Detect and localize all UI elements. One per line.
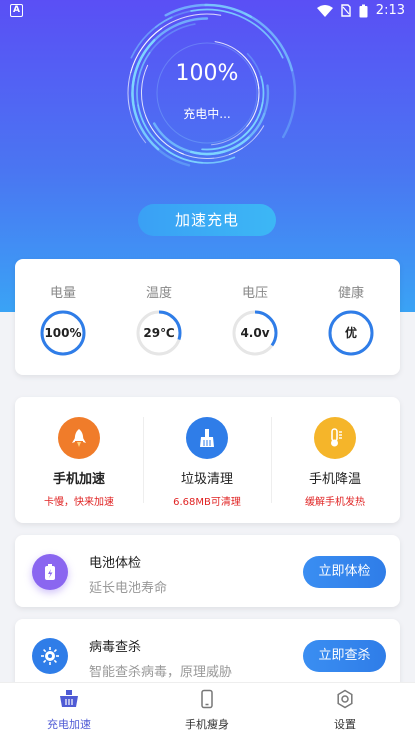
gear-icon: [337, 689, 353, 709]
stat-temperature: 温度 29℃: [111, 259, 207, 357]
battery-status-icon: [359, 4, 368, 17]
temperature-gauge: 29℃: [135, 309, 183, 357]
charge-ring: 100% 充电中...: [117, 3, 297, 183]
stats-card: 电量 100% 温度 29℃ 电压 4.0v 健康 优: [15, 259, 400, 375]
tool-phone-boost[interactable]: 手机加速 卡慢，快来加速: [15, 397, 143, 523]
rocket-icon: [58, 417, 100, 459]
tools-card: 手机加速 卡慢，快来加速 垃圾清理 6.68MB可清理 手机降温 缓解手机发热: [15, 397, 400, 523]
stat-label: 温度: [145, 286, 172, 301]
tool-title: 垃圾清理: [180, 472, 233, 487]
tool-cool-down[interactable]: 手机降温 缓解手机发热: [271, 397, 399, 523]
row-battery-check: 电池体检 延长电池寿命 立即体检: [15, 535, 400, 607]
row-subtitle: 智能查杀病毒，原理威胁: [89, 665, 233, 680]
broom-icon: [186, 417, 228, 459]
check-now-button[interactable]: 立即体检: [303, 556, 386, 588]
nav-settings[interactable]: 设置: [276, 683, 414, 737]
stat-value: 4.0v: [240, 326, 270, 340]
voltage-gauge: 4.0v: [231, 309, 279, 357]
stat-battery: 电量 100%: [15, 259, 111, 357]
thermometer-icon: [314, 417, 356, 459]
nav-label: 充电加速: [47, 718, 91, 731]
health-gauge: 优: [327, 309, 375, 357]
phone-icon: [201, 689, 213, 709]
tool-title: 手机加速: [52, 472, 105, 487]
notification-icon: A: [10, 4, 23, 17]
row-subtitle: 延长电池寿命: [89, 581, 168, 596]
no-sim-icon: [341, 4, 351, 17]
scan-now-button[interactable]: 立即查杀: [303, 640, 386, 672]
tool-junk-clean[interactable]: 垃圾清理 6.68MB可清理: [143, 397, 271, 523]
stat-value: 100%: [44, 326, 82, 340]
row-title: 电池体检: [89, 556, 142, 571]
swirl-graphic: [127, 3, 297, 167]
stat-health: 健康 优: [303, 259, 399, 357]
battery-gauge: 100%: [39, 309, 87, 357]
status-time: 2:13: [375, 3, 405, 18]
row-title: 病毒查杀: [89, 640, 142, 655]
wifi-icon: [316, 4, 333, 17]
bottom-nav: 充电加速 手机瘦身 设置: [0, 682, 415, 737]
battery-icon: [32, 554, 68, 590]
basket-icon: [60, 690, 78, 707]
nav-label: 手机瘦身: [185, 718, 229, 731]
tool-subtitle: 缓解手机发热: [305, 497, 365, 508]
stat-label: 电量: [49, 286, 76, 301]
boost-charge-button[interactable]: 加速充电: [138, 204, 276, 236]
virus-icon: [32, 638, 68, 674]
tool-title: 手机降温: [308, 472, 361, 487]
stat-value: 29℃: [143, 326, 175, 340]
stat-label: 电压: [241, 286, 268, 301]
nav-label: 设置: [334, 718, 356, 731]
stat-label: 健康: [337, 286, 364, 301]
charging-status: 充电中...: [183, 107, 231, 121]
stat-value: 优: [344, 326, 357, 340]
nav-charge-boost[interactable]: 充电加速: [0, 683, 138, 737]
nav-phone-slim[interactable]: 手机瘦身: [138, 683, 276, 737]
row-virus-scan: 病毒查杀 智能查杀病毒，原理威胁 立即查杀: [15, 619, 400, 691]
tool-subtitle: 卡慢，快来加速: [44, 497, 114, 508]
charge-percent: 100%: [175, 61, 239, 86]
stat-voltage: 电压 4.0v: [207, 259, 303, 357]
tool-subtitle: 6.68MB可清理: [173, 497, 241, 508]
